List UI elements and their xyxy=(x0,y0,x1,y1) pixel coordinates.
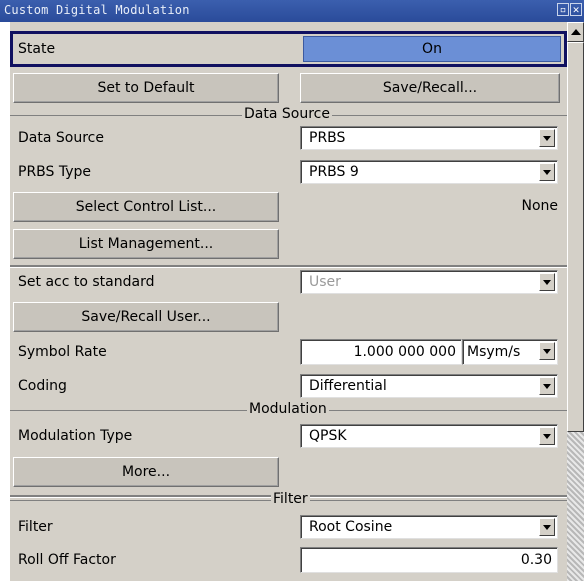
data-source-section-header: Data Source xyxy=(10,106,567,122)
chevron-down-icon[interactable] xyxy=(539,129,555,147)
control-list-value: None xyxy=(521,198,558,214)
roll-off-factor-input[interactable]: 0.30 xyxy=(300,547,558,573)
modulation-section-header: Modulation xyxy=(10,401,567,417)
set-acc-standard-label: Set acc to standard xyxy=(18,274,155,290)
data-source-section-title: Data Source xyxy=(242,106,332,122)
settings-panel: State On Set to Default Save/Recall... D… xyxy=(10,22,567,581)
chevron-down-icon[interactable] xyxy=(539,518,555,536)
prbs-type-select[interactable]: PRBS 9 xyxy=(300,160,558,184)
data-source-label: Data Source xyxy=(18,130,104,146)
more-button[interactable]: More... xyxy=(13,457,279,487)
close-icon[interactable]: ✕ xyxy=(570,3,582,16)
save-recall-user-button[interactable]: Save/Recall User... xyxy=(13,302,279,332)
data-source-select[interactable]: PRBS xyxy=(300,126,558,150)
chevron-down-icon[interactable] xyxy=(539,427,555,445)
save-recall-button[interactable]: Save/Recall... xyxy=(300,73,560,103)
state-label: State xyxy=(18,41,56,57)
scroll-track[interactable] xyxy=(567,432,584,581)
set-to-default-button[interactable]: Set to Default xyxy=(13,73,279,103)
standard-value: User xyxy=(309,274,341,290)
chevron-down-icon[interactable] xyxy=(539,273,555,291)
prbs-type-value: PRBS 9 xyxy=(309,164,359,180)
symbol-rate-unit: Msym/s xyxy=(467,344,521,360)
filter-value: Root Cosine xyxy=(309,519,393,535)
scroll-up-icon[interactable] xyxy=(567,22,584,42)
roll-off-factor-label: Roll Off Factor xyxy=(18,552,116,568)
modulation-type-value: QPSK xyxy=(309,428,347,444)
window-title: Custom Digital Modulation xyxy=(4,3,190,17)
divider xyxy=(10,265,567,268)
state-toggle[interactable]: On xyxy=(303,36,561,62)
left-margin xyxy=(0,22,10,581)
symbol-rate-input[interactable]: 1.000 000 000 xyxy=(300,339,462,365)
modulation-section-title: Modulation xyxy=(247,401,329,417)
chevron-down-icon[interactable] xyxy=(539,377,555,395)
modulation-type-label: Modulation Type xyxy=(18,428,133,444)
filter-select[interactable]: Root Cosine xyxy=(300,515,558,539)
coding-label: Coding xyxy=(18,378,67,394)
prbs-type-label: PRBS Type xyxy=(18,164,92,180)
maximize-icon[interactable]: ▫ xyxy=(557,3,569,16)
symbol-rate-value: 1.000 000 000 xyxy=(353,344,456,360)
chevron-down-icon[interactable] xyxy=(539,163,555,181)
modulation-type-select[interactable]: QPSK xyxy=(300,424,558,448)
chevron-down-icon[interactable] xyxy=(539,342,555,360)
filter-section-title: Filter xyxy=(271,491,310,507)
standard-select[interactable]: User xyxy=(300,270,558,294)
data-source-value: PRBS xyxy=(309,130,346,146)
symbol-rate-unit-select[interactable]: Msym/s xyxy=(462,339,558,365)
title-bar: Custom Digital Modulation ▫ ✕ xyxy=(0,0,584,22)
state-row: State On xyxy=(10,31,567,67)
coding-select[interactable]: Differential xyxy=(300,374,558,398)
select-control-list-button[interactable]: Select Control List... xyxy=(13,192,279,222)
list-management-button[interactable]: List Management... xyxy=(13,229,279,259)
filter-section-header: Filter xyxy=(10,491,567,507)
coding-value: Differential xyxy=(309,378,387,394)
filter-label: Filter xyxy=(18,519,53,535)
symbol-rate-label: Symbol Rate xyxy=(18,344,107,360)
vertical-scrollbar[interactable] xyxy=(567,22,584,581)
scroll-thumb[interactable] xyxy=(567,42,584,432)
roll-off-factor-value: 0.30 xyxy=(520,552,552,568)
